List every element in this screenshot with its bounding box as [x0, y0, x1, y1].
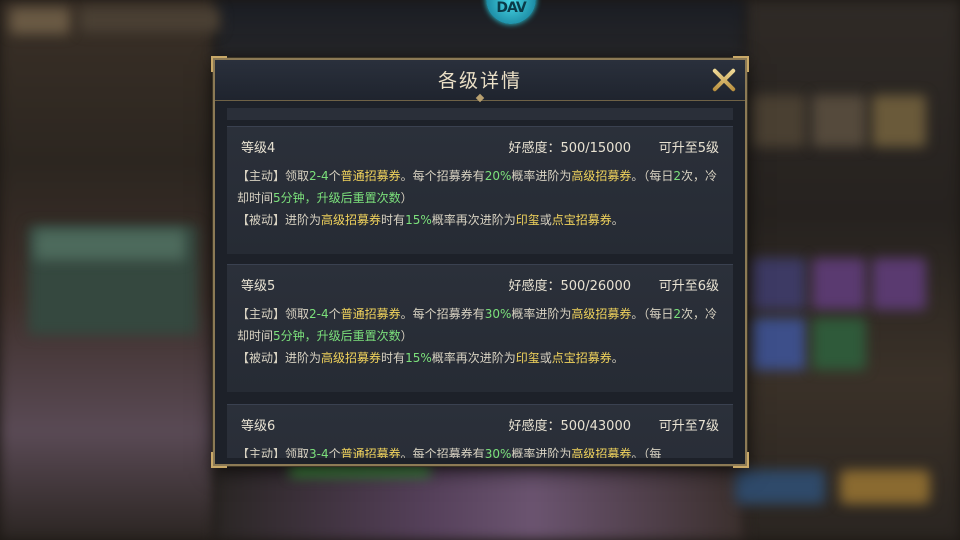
background-title-bar	[80, 8, 220, 32]
background-tile	[752, 318, 806, 370]
level-details-dialog: 各级详情 等级4 好感度：500/15000 可升至5级 【主动】领取2-4个普…	[211, 56, 749, 468]
affinity-value: 好感度：500/43000	[508, 419, 631, 434]
level-card: 等级5 好感度：500/26000 可升至6级 【主动】领取2-4个普通招募券。…	[227, 264, 733, 392]
background-back-arrow	[10, 8, 70, 34]
frame-corner	[733, 452, 749, 468]
background-tile	[752, 95, 806, 147]
list-top-strip	[227, 108, 733, 120]
background-button	[735, 470, 825, 504]
level-card: 等级4 好感度：500/15000 可升至5级 【主动】领取2-4个普通招募券。…	[227, 126, 733, 254]
level-description: 【主动】领取2-4个普通招募券。每个招募券有30%概率进阶为高级招募券。（每日2…	[237, 303, 719, 369]
background-tile	[812, 258, 866, 310]
level-label: 等级4	[241, 141, 276, 156]
levels-scroll-list[interactable]: 等级4 好感度：500/15000 可升至5级 【主动】领取2-4个普通招募券。…	[227, 108, 733, 458]
level-label: 等级6	[241, 419, 276, 434]
background-tile	[872, 95, 926, 147]
background-top-scene	[215, 0, 745, 60]
background-bottom-scene	[215, 465, 745, 540]
frame-corner	[211, 452, 227, 468]
level-description: 【主动】领取2-4个普通招募券。每个招募券有20%概率进阶为高级招募券。（每日2…	[237, 165, 719, 231]
active-skill-text: 【主动】领取3-4个普通招募券。每个招募券有30%概率进阶为高级招募券。（每	[237, 447, 662, 458]
upgrade-target: 可升至5级	[658, 141, 719, 156]
active-skill-text: 【主动】领取2-4个普通招募券。每个招募券有20%概率进阶为高级招募券。（每日2…	[237, 169, 718, 205]
background-tile	[752, 258, 806, 310]
level-description: 【主动】领取3-4个普通招募券。每个招募券有30%概率进阶为高级招募券。（每	[237, 443, 719, 458]
passive-skill-text: 【被动】进阶为高级招募券时有15%概率再次进阶为印玺或点宝招募券。	[237, 213, 624, 227]
background-sign-header	[35, 230, 185, 260]
background-green-bar	[290, 466, 430, 476]
background-tile	[812, 318, 866, 370]
upgrade-target: 可升至6级	[658, 279, 719, 294]
dialog-title: 各级详情	[437, 70, 522, 92]
passive-skill-text: 【被动】进阶为高级招募券时有15%概率再次进阶为印玺或点宝招募券。	[237, 351, 624, 365]
background-tile	[812, 95, 866, 147]
level-card: 等级6 好感度：500/43000 可升至7级 【主动】领取3-4个普通招募券。…	[227, 404, 733, 458]
background-tile	[872, 258, 926, 310]
upgrade-target: 可升至7级	[658, 419, 719, 434]
background-button	[840, 470, 930, 504]
affinity-value: 好感度：500/15000	[508, 141, 631, 156]
active-skill-text: 【主动】领取2-4个普通招募券。每个招募券有30%概率进阶为高级招募券。（每日2…	[237, 307, 718, 343]
title-ornament	[475, 93, 485, 103]
affinity-value: 好感度：500/26000	[508, 279, 631, 294]
level-label: 等级5	[241, 279, 276, 294]
dialog-header: 各级详情	[215, 60, 745, 103]
close-x-icon[interactable]	[711, 67, 737, 93]
